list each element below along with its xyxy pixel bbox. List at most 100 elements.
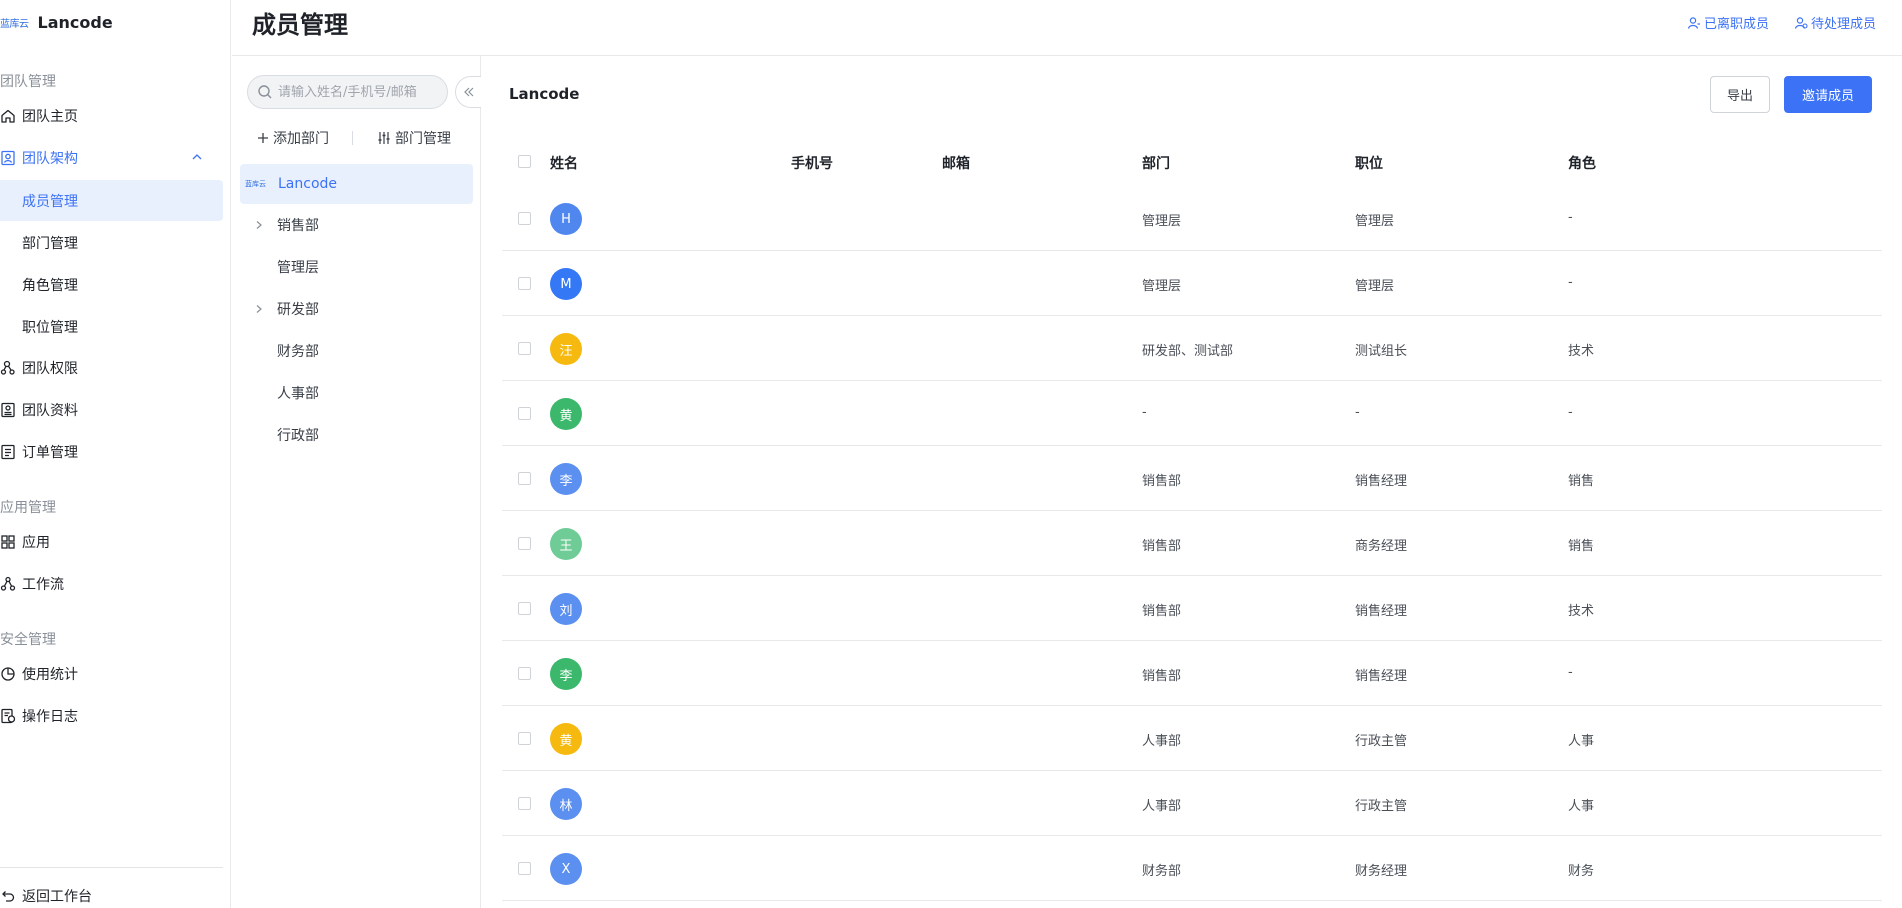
back-to-workbench-label: 返回工作台	[22, 889, 92, 905]
column-header-phone[interactable]: 手机号	[791, 153, 833, 173]
members-panel: Lancode 导出 邀请成员 姓名 手机号 邮箱 部门 职位 角色 H 管理层管…	[482, 56, 1902, 908]
row-checkbox[interactable]	[518, 277, 531, 290]
dept-node-label: 人事部	[277, 386, 319, 402]
sidebar-item-label: 团队资料	[22, 403, 78, 419]
column-header-role[interactable]: 角色	[1568, 153, 1596, 173]
table-row[interactable]: 汪 研发部、测试部 测试组长 技术	[502, 316, 1882, 381]
table-row[interactable]: 林 人事部 行政主管 人事	[502, 771, 1882, 836]
chevron-right-icon[interactable]	[254, 304, 264, 314]
sidebar-item-usage-stats[interactable]: 使用统计	[0, 654, 223, 694]
table-row[interactable]: X 财务部 财务经理 财务	[502, 836, 1882, 901]
manage-department-button[interactable]: 部门管理	[377, 128, 451, 148]
dept-node-sales[interactable]: 销售部	[232, 205, 481, 245]
row-checkbox[interactable]	[518, 472, 531, 485]
add-department-button[interactable]: 添加部门	[257, 128, 329, 148]
sidebar-item-members[interactable]: 成员管理	[0, 180, 223, 221]
table-row[interactable]: M 管理层 管理层 -	[502, 251, 1882, 316]
app-root: 蓝库云 Lancode 团队管理 团队主页 团队架构 成员管理 部门管理 角色管…	[0, 0, 1902, 908]
dept-node-finance[interactable]: 财务部	[232, 331, 481, 371]
cell-position: 管理层	[1355, 279, 1395, 294]
table-row[interactable]: H 管理层 管理层 -	[502, 186, 1882, 251]
row-checkbox[interactable]	[518, 537, 531, 550]
row-checkbox[interactable]	[518, 732, 531, 745]
search-input[interactable]	[278, 84, 443, 100]
row-checkbox[interactable]	[518, 342, 531, 355]
row-checkbox[interactable]	[518, 602, 531, 615]
row-checkbox[interactable]	[518, 862, 531, 875]
sidebar-item-team-structure[interactable]: 团队架构	[0, 138, 223, 178]
user-icon	[1687, 16, 1701, 30]
cell-position: -	[1355, 405, 1360, 420]
row-checkbox[interactable]	[518, 797, 531, 810]
back-to-workbench-link[interactable]: 返回工作台	[0, 886, 92, 906]
column-header-dept[interactable]: 部门	[1142, 153, 1170, 173]
dept-node-rnd[interactable]: 研发部	[232, 289, 481, 329]
sidebar-item-team-home[interactable]: 团队主页	[0, 96, 223, 136]
row-checkbox[interactable]	[518, 667, 531, 680]
column-header-email[interactable]: 邮箱	[942, 153, 970, 173]
cell-role: -	[1568, 665, 1573, 680]
table-row[interactable]: 李 销售部 销售经理 销售	[502, 446, 1882, 511]
nav-group-security: 安全管理	[0, 632, 56, 648]
cell-role: 技术	[1568, 604, 1595, 619]
dept-node-management[interactable]: 管理层	[232, 247, 481, 287]
sidebar-item-label: 使用统计	[22, 667, 78, 683]
avatar: 汪	[550, 333, 582, 365]
dept-node-admin[interactable]: 行政部	[232, 415, 481, 455]
org-logo: 蓝库云	[245, 180, 266, 188]
sidebar-item-team-permissions[interactable]: 团队权限	[0, 348, 223, 388]
chevron-up-icon	[191, 151, 203, 167]
select-all-checkbox[interactable]	[518, 155, 531, 168]
dept-node-label: 管理层	[277, 260, 319, 276]
cell-position: 销售经理	[1355, 669, 1408, 684]
table-row[interactable]: 刘 销售部 销售经理 技术	[502, 576, 1882, 641]
actions-divider	[352, 131, 353, 145]
return-icon	[0, 888, 16, 904]
export-button[interactable]: 导出	[1710, 76, 1770, 113]
row-checkbox[interactable]	[518, 407, 531, 420]
sidebar-item-positions[interactable]: 职位管理	[0, 306, 223, 347]
collapse-panel-button[interactable]	[455, 76, 481, 108]
dept-node-hr[interactable]: 人事部	[232, 373, 481, 413]
avatar: 李	[550, 658, 582, 690]
dept-node-label: 财务部	[277, 344, 319, 360]
cell-position: 管理层	[1355, 214, 1395, 229]
row-checkbox[interactable]	[518, 212, 531, 225]
sidebar-item-team-info[interactable]: 团队资料	[0, 390, 223, 430]
cell-dept: 管理层	[1142, 279, 1182, 294]
sidebar-item-label: 订单管理	[22, 445, 78, 461]
table-row[interactable]: 黄 人事部 行政主管 人事	[502, 706, 1882, 771]
sidebar-item-label: 应用	[22, 535, 50, 551]
column-header-position[interactable]: 职位	[1355, 153, 1383, 173]
pending-members-link[interactable]: 待处理成员	[1794, 13, 1876, 32]
search-icon	[257, 84, 273, 100]
cell-position: 销售经理	[1355, 604, 1408, 619]
column-header-name[interactable]: 姓名	[550, 153, 578, 173]
sidebar-item-roles[interactable]: 角色管理	[0, 264, 223, 305]
sidebar-item-order-mgmt[interactable]: 订单管理	[0, 432, 223, 472]
sidebar-item-label: 操作日志	[22, 709, 78, 725]
avatar: 王	[550, 528, 582, 560]
cell-position: 行政主管	[1355, 734, 1408, 749]
sidebar-item-apps[interactable]: 应用	[0, 522, 223, 562]
cell-role: 技术	[1568, 344, 1595, 359]
chevron-right-icon[interactable]	[254, 220, 264, 230]
brand[interactable]: 蓝库云 Lancode	[0, 10, 113, 34]
sidebar-item-departments[interactable]: 部门管理	[0, 222, 223, 263]
resigned-members-link[interactable]: 已离职成员	[1687, 13, 1769, 32]
dept-tree-root[interactable]: 蓝库云 Lancode	[240, 164, 473, 204]
table-row[interactable]: 李 销售部 销售经理 -	[502, 641, 1882, 706]
table-row[interactable]: 王 销售部 商务经理 销售	[502, 511, 1882, 576]
avatar: 李	[550, 463, 582, 495]
cell-dept: 销售部	[1142, 539, 1182, 554]
user-icon	[1794, 16, 1808, 30]
cell-position: 财务经理	[1355, 864, 1408, 879]
member-search[interactable]	[247, 75, 448, 109]
table-row[interactable]: 黄---	[502, 381, 1882, 446]
sidebar-item-workflow[interactable]: 工作流	[0, 564, 223, 604]
cell-dept: 销售部	[1142, 474, 1182, 489]
invite-member-button[interactable]: 邀请成员	[1784, 76, 1872, 113]
org-user-icon	[0, 150, 16, 166]
page-title: 成员管理	[252, 11, 348, 39]
sidebar-item-operation-log[interactable]: 操作日志	[0, 696, 223, 736]
